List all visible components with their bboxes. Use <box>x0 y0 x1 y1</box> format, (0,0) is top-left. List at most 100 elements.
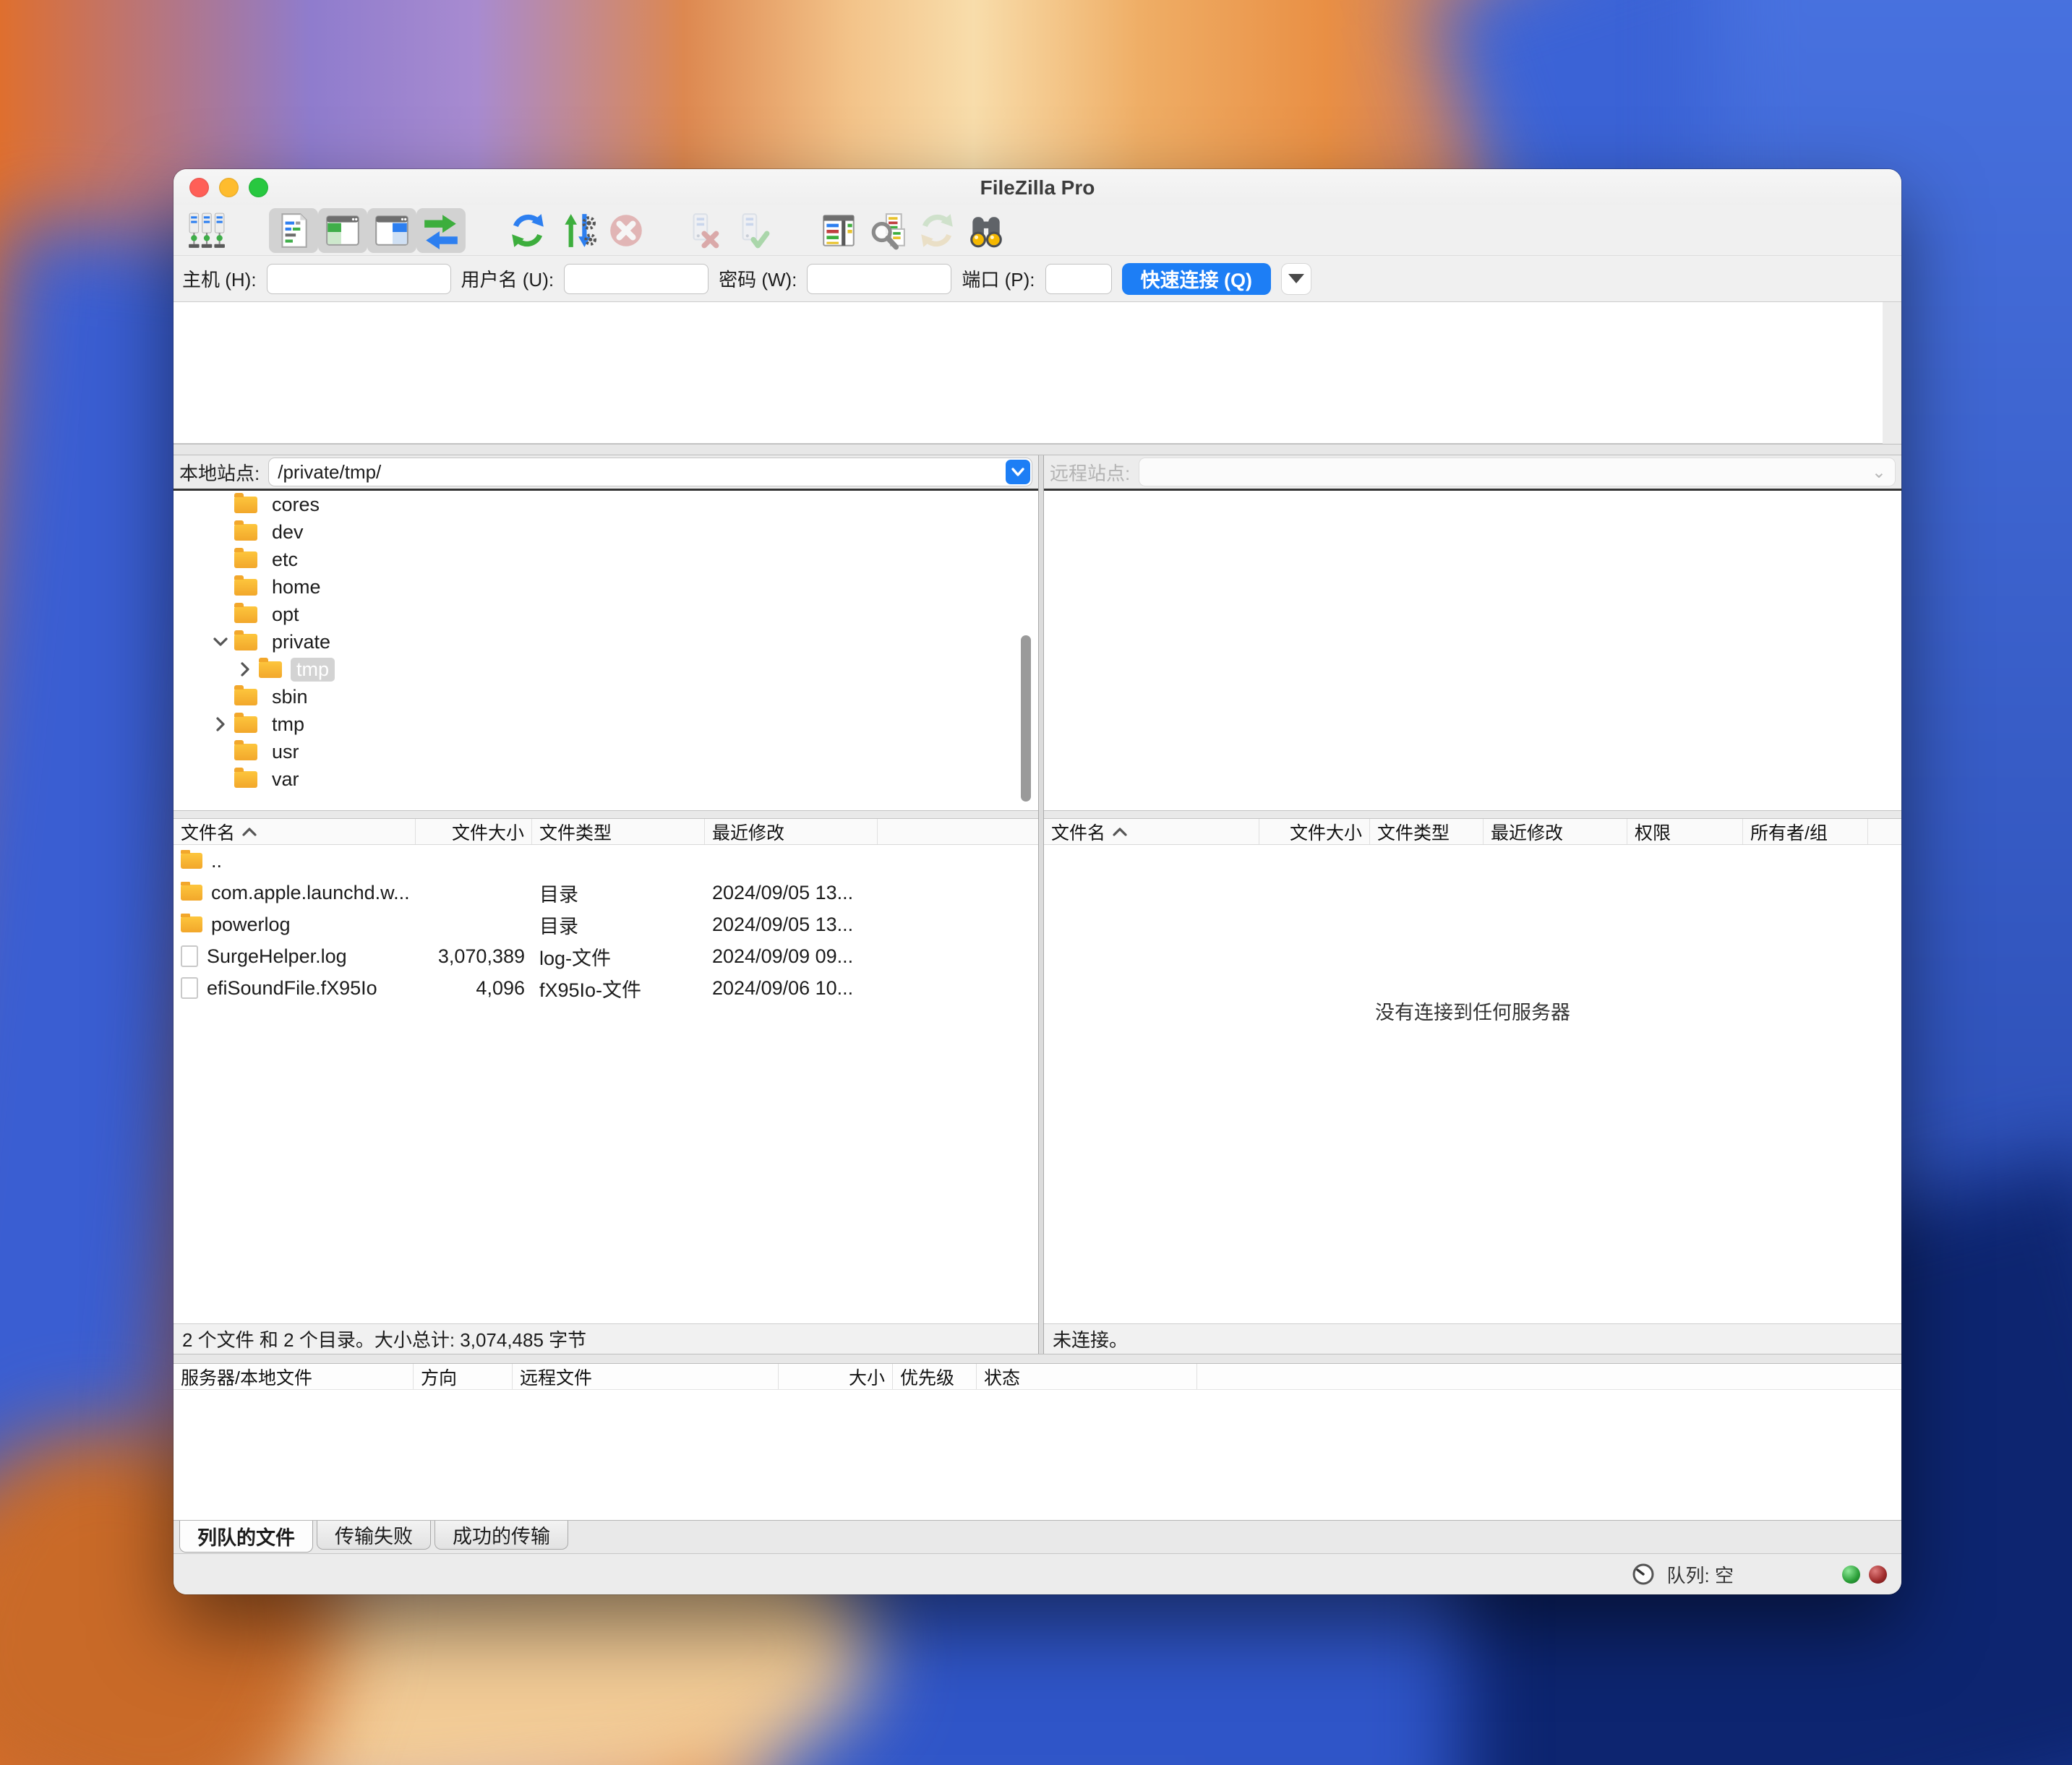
tree-item-dev[interactable]: dev <box>174 518 1038 546</box>
process-queue-button[interactable] <box>552 208 602 253</box>
local-list-header: 文件名 文件大小 文件类型 最近修改 <box>174 819 1038 845</box>
tree-item-opt[interactable]: opt <box>174 601 1038 628</box>
toolbar <box>174 205 1901 256</box>
quickconnect-dropdown-button[interactable] <box>1281 263 1311 295</box>
zoom-button[interactable] <box>249 178 268 197</box>
tree-item-etc[interactable]: etc <box>174 546 1038 573</box>
column-header-filetype[interactable]: 文件类型 <box>1370 819 1484 844</box>
folder-icon <box>234 551 257 568</box>
folder-icon <box>181 916 202 932</box>
tree-item-cores[interactable]: cores <box>174 491 1038 518</box>
tree-list-splitter[interactable] <box>1044 810 1901 819</box>
local-directory-tree[interactable]: cores dev etc home opt <box>174 489 1038 810</box>
file-row-efisoundfile[interactable]: efiSoundFile.fX95Io 4,096 fX95Io-文件 2024… <box>174 972 1038 1004</box>
password-input[interactable] <box>807 264 951 294</box>
tab-queued-files[interactable]: 列队的文件 <box>179 1521 313 1553</box>
tree-list-splitter[interactable] <box>174 810 1038 819</box>
file-row-surgehelper-log[interactable]: SurgeHelper.log 3,070,389 log-文件 2024/09… <box>174 940 1038 972</box>
remote-directory-tree[interactable] <box>1044 489 1901 810</box>
refresh-button[interactable] <box>503 208 552 253</box>
close-button[interactable] <box>189 178 209 197</box>
cancel-icon <box>607 211 646 250</box>
username-label: 用户名 (U): <box>461 265 555 292</box>
quickconnect-bar: 主机 (H): 用户名 (U): 密码 (W): 端口 (P): 快速连接 (Q… <box>174 256 1901 302</box>
host-input[interactable] <box>267 264 451 294</box>
filezilla-window: FileZilla Pro <box>174 169 1901 1594</box>
tree-item-sbin[interactable]: sbin <box>174 683 1038 710</box>
expander-closed[interactable] <box>231 661 259 677</box>
tree-item-home[interactable]: home <box>174 573 1038 601</box>
folder-icon <box>234 634 257 650</box>
remote-file-list[interactable]: 没有连接到任何服务器 <box>1044 845 1901 1323</box>
chevron-down-icon: ⌄ <box>1872 462 1893 483</box>
username-input[interactable] <box>564 264 708 294</box>
sort-ascending-icon <box>242 827 257 836</box>
led-red-indicator <box>1869 1566 1887 1584</box>
toggle-transfer-queue-button[interactable] <box>416 208 466 253</box>
find-files-button[interactable] <box>962 208 1011 253</box>
port-input[interactable] <box>1045 264 1112 294</box>
file-icon <box>181 977 198 999</box>
local-file-list[interactable]: .. com.apple.launchd.w... 目录 2024/09/05 … <box>174 845 1038 1323</box>
tree-item-usr[interactable]: usr <box>174 738 1038 765</box>
quickconnect-button[interactable]: 快速连接 (Q) <box>1122 263 1272 295</box>
tree-item-private[interactable]: private <box>174 628 1038 656</box>
sort-ascending-icon <box>1113 827 1127 836</box>
tree-item-private-tmp[interactable]: tmp <box>174 656 1038 683</box>
password-label: 密码 (W): <box>719 265 797 292</box>
title-bar[interactable]: FileZilla Pro <box>174 169 1901 205</box>
tree-item-var[interactable]: var <box>174 765 1038 793</box>
column-header-filesize[interactable]: 文件大小 <box>1259 819 1370 844</box>
column-header-filename[interactable]: 文件名 <box>1044 819 1259 844</box>
tab-successful-transfers[interactable]: 成功的传输 <box>434 1521 568 1550</box>
local-status-text: 2 个文件 和 2 个目录。大小总计: 3,074,485 字节 <box>174 1323 1038 1354</box>
tree-scrollbar[interactable] <box>1021 635 1031 802</box>
horizontal-splitter-bottom[interactable] <box>174 1354 1901 1364</box>
directory-comparison-button[interactable] <box>863 208 912 253</box>
expander-closed[interactable] <box>207 716 234 732</box>
reconnect-button <box>727 208 776 253</box>
column-header-direction[interactable]: 方向 <box>414 1364 513 1389</box>
column-header-filename[interactable]: 文件名 <box>174 819 416 844</box>
folder-icon <box>234 771 257 788</box>
folder-icon <box>181 853 202 869</box>
transfer-queue-icon <box>421 211 461 250</box>
vertical-splitter[interactable] <box>1038 455 1044 1354</box>
toggle-message-log-button[interactable] <box>269 208 318 253</box>
message-log[interactable] <box>174 302 1883 444</box>
local-site-dropdown-button[interactable] <box>1006 460 1030 484</box>
column-header-size[interactable]: 大小 <box>779 1364 893 1389</box>
column-header-server-localfile[interactable]: 服务器/本地文件 <box>174 1364 414 1389</box>
tree-item-tmp[interactable]: tmp <box>174 710 1038 738</box>
chevron-down-icon <box>213 637 228 647</box>
column-header-status[interactable]: 状态 <box>977 1364 1197 1389</box>
column-header-priority[interactable]: 优先级 <box>893 1364 977 1389</box>
find-files-icon <box>967 211 1006 250</box>
column-header-owner-group[interactable]: 所有者/组 <box>1743 819 1868 844</box>
column-header-permissions[interactable]: 权限 <box>1627 819 1743 844</box>
site-manager-button[interactable] <box>182 208 231 253</box>
file-row-powerlog[interactable]: powerlog 目录 2024/09/05 13... <box>174 909 1038 940</box>
local-site-path-input[interactable] <box>270 461 1006 484</box>
remote-tree-icon <box>372 211 411 250</box>
column-header-modified[interactable]: 最近修改 <box>705 819 878 844</box>
folder-icon <box>234 524 257 541</box>
filename-filters-button[interactable] <box>814 208 863 253</box>
file-row-parent[interactable]: .. <box>174 845 1038 877</box>
queue-list[interactable] <box>174 1390 1901 1520</box>
expander-open[interactable] <box>207 637 234 647</box>
column-header-modified[interactable]: 最近修改 <box>1484 819 1627 844</box>
file-row-com-apple-launchd[interactable]: com.apple.launchd.w... 目录 2024/09/05 13.… <box>174 877 1038 909</box>
file-panes: 本地站点: cores dev <box>174 455 1901 1354</box>
toggle-remote-tree-button[interactable] <box>367 208 416 253</box>
bottom-status-bar: 队列: 空 <box>174 1553 1901 1594</box>
toggle-local-tree-button[interactable] <box>318 208 367 253</box>
minimize-button[interactable] <box>219 178 239 197</box>
tab-failed-transfers[interactable]: 传输失败 <box>317 1521 431 1550</box>
column-header-remotefile[interactable]: 远程文件 <box>513 1364 779 1389</box>
filter-icon <box>819 211 858 250</box>
horizontal-splitter-top[interactable] <box>174 444 1901 455</box>
local-site-combobox[interactable] <box>268 458 1032 486</box>
column-header-filesize[interactable]: 文件大小 <box>416 819 532 844</box>
column-header-filetype[interactable]: 文件类型 <box>532 819 705 844</box>
